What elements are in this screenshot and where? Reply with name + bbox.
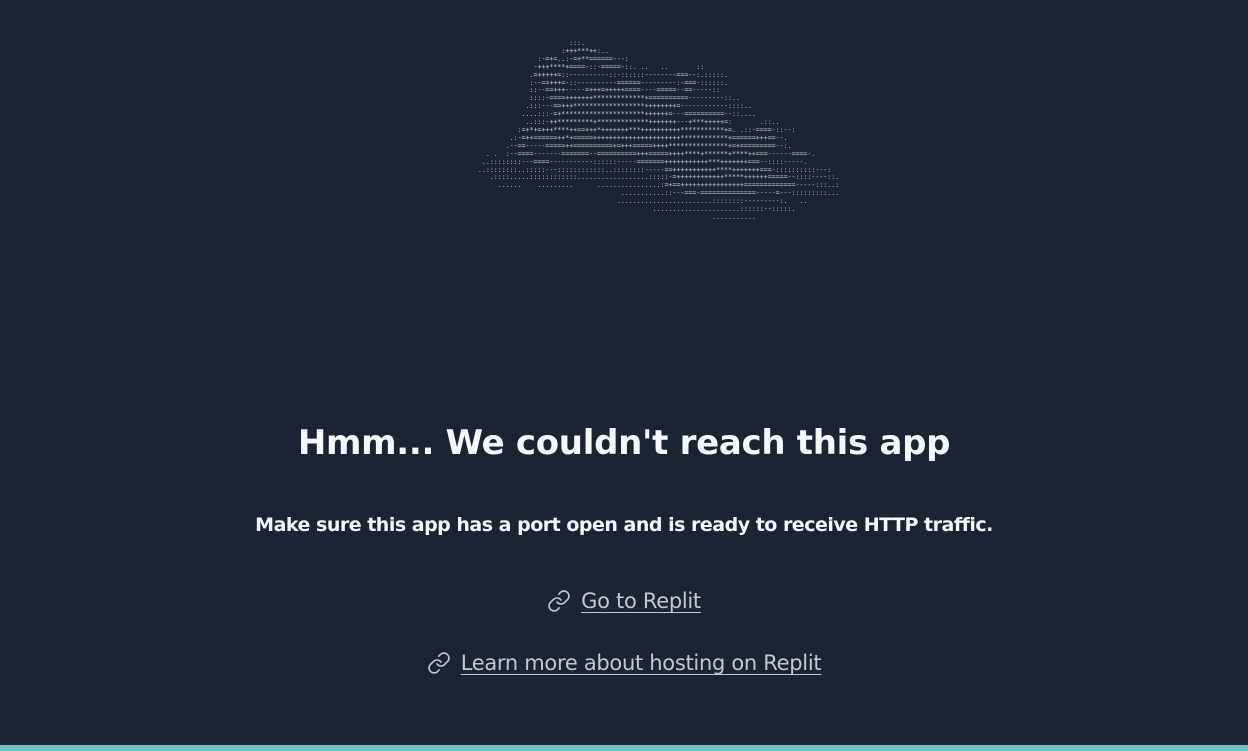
link-icon <box>547 589 571 613</box>
go-to-replit-label: Go to Replit <box>581 589 701 613</box>
go-to-replit-row: Go to Replit <box>0 584 1248 618</box>
page-title: Hmm... We couldn't reach this app <box>297 423 951 463</box>
ascii-art-text: :::. :+++***++:.. :-=+=..:-=+**======---… <box>477 39 840 221</box>
learn-more-hosting-link[interactable]: Learn more about hosting on Replit <box>427 651 822 675</box>
ascii-cloud-illustration: :::. :+++***++:.. :-=+=..:-=+**======---… <box>0 39 1248 280</box>
go-to-replit-link[interactable]: Go to Replit <box>547 589 701 613</box>
link-icon <box>427 651 451 675</box>
bottom-accent-bar <box>0 745 1248 751</box>
page-subtitle: Make sure this app has a port open and i… <box>255 514 993 536</box>
learn-more-row: Learn more about hosting on Replit <box>0 646 1248 680</box>
learn-more-hosting-label: Learn more about hosting on Replit <box>460 651 822 675</box>
